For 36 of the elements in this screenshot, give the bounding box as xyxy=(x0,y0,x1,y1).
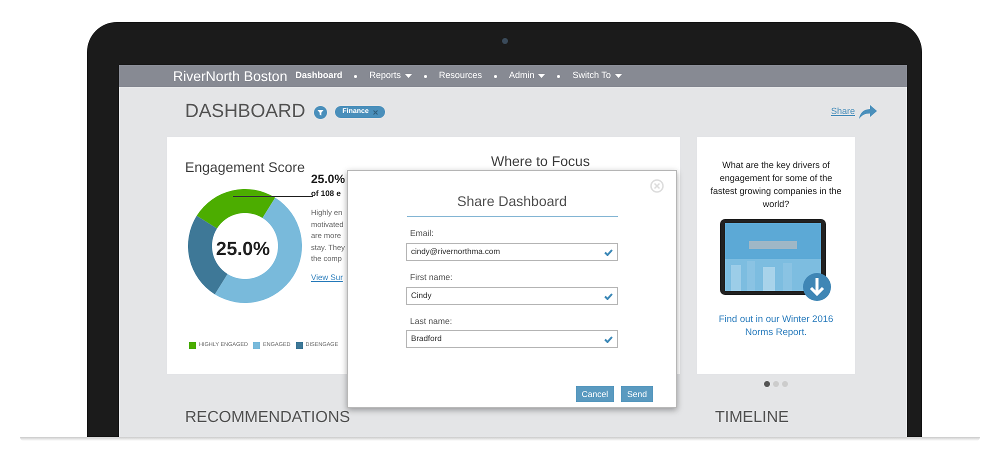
nav-link[interactable]: Admin xyxy=(508,69,546,83)
card-title: Engagement Score xyxy=(185,158,306,177)
nav-link[interactable]: Switch To xyxy=(572,69,622,83)
score-value: 25.0% xyxy=(216,238,270,262)
filter-icon[interactable] xyxy=(314,106,328,118)
close-icon[interactable] xyxy=(650,179,664,193)
field-label: Email: xyxy=(409,227,435,240)
input-field[interactable]: cindy@rivernorthma.com xyxy=(406,242,618,261)
remove-icon[interactable] xyxy=(372,110,378,114)
nav-separator-icon xyxy=(424,74,427,78)
share-arrow-icon[interactable] xyxy=(859,105,877,119)
stat-value: 25.0% xyxy=(311,171,346,188)
camera-icon xyxy=(502,38,508,44)
report-link[interactable]: Find out in our Winter 2016 Norms Report. xyxy=(707,313,845,339)
dialog-button[interactable]: Send xyxy=(621,386,653,402)
survey-link[interactable]: View Sur xyxy=(311,272,346,284)
dialog-button[interactable]: Cancel xyxy=(576,386,614,402)
nav-separator-icon xyxy=(354,74,358,78)
brand-name: RiverNorth Boston xyxy=(173,66,288,86)
nav-separator-icon xyxy=(557,74,560,78)
section-heading: TIMELINE xyxy=(715,409,789,427)
section-heading: RECOMMENDATIONS xyxy=(185,409,352,427)
stat-note: of 108 e xyxy=(311,188,342,200)
nav-link[interactable]: Dashboard xyxy=(295,69,342,83)
card-title: Where to Focus xyxy=(491,152,590,171)
nav-link[interactable]: Reports xyxy=(369,69,412,83)
field-label: Last name: xyxy=(409,314,454,328)
page-title: DASHBOARD xyxy=(185,100,306,124)
share-link[interactable]: Share xyxy=(830,105,855,119)
nav-separator-icon xyxy=(494,74,497,78)
field-label: First name: xyxy=(409,270,454,284)
input-field[interactable]: Bradford xyxy=(406,330,618,348)
dialog-title: Share Dashboard xyxy=(406,191,618,217)
nav-link[interactable]: Resources xyxy=(438,69,482,83)
input-field[interactable]: Cindy xyxy=(406,286,618,304)
promo-question: What are the key drivers of engagement for some of the fastest growing companies in the world? xyxy=(709,159,843,211)
